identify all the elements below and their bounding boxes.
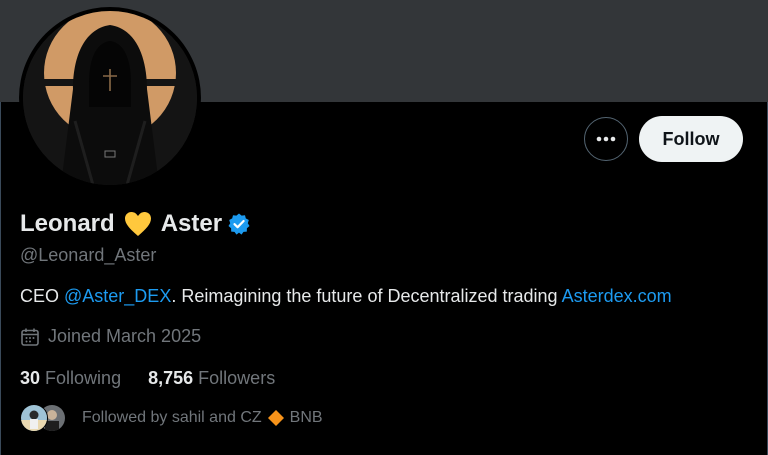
more-horizontal-icon — [596, 136, 616, 142]
follow-button[interactable]: Follow — [639, 116, 743, 162]
hooded-figure-image — [23, 11, 197, 185]
followed-by-suffix: BNB — [289, 409, 323, 426]
following-count: 30 — [20, 368, 41, 388]
mutual-avatars — [20, 404, 68, 432]
display-name-first: Leonard — [20, 210, 115, 237]
calendar-icon — [21, 328, 39, 346]
bio-text: . Reimagining the future of Decentralize… — [171, 286, 562, 306]
bio-mention-link[interactable]: @Aster_DEX — [64, 286, 171, 306]
frame-border-left — [0, 102, 1, 455]
joined-text: Joined March 2025 — [48, 326, 202, 346]
followers-label: Followers — [198, 368, 276, 388]
profile-avatar[interactable] — [19, 7, 201, 189]
bio-prefix: CEO — [20, 286, 65, 306]
following-label: Following — [45, 368, 122, 388]
follow-stats: 30 Following 8,756 Followers — [20, 368, 275, 389]
mutual-avatar-1 — [20, 404, 48, 432]
profile-bio: CEO @Aster_DEX. Reimagining the future o… — [20, 286, 672, 307]
followers-stat[interactable]: 8,756 Followers — [148, 368, 275, 389]
bio-website-link[interactable]: Asterdex.com — [562, 286, 672, 306]
followed-by[interactable]: Followed by sahil and CZ BNB — [20, 404, 323, 432]
yellow-heart-icon — [124, 211, 152, 237]
joined-date: Joined March 2025 — [20, 326, 201, 347]
more-options-button[interactable] — [584, 117, 628, 161]
orange-diamond-icon — [267, 410, 284, 426]
display-name: Leonard Aster — [20, 208, 250, 240]
followers-count: 8,756 — [148, 368, 194, 388]
verified-badge-icon[interactable] — [228, 213, 250, 235]
followed-by-text: Followed by sahil and CZ — [82, 409, 262, 426]
user-handle: @Leonard_Aster — [20, 245, 157, 265]
following-stat[interactable]: 30 Following — [20, 368, 121, 389]
display-name-second: Aster — [160, 210, 223, 237]
